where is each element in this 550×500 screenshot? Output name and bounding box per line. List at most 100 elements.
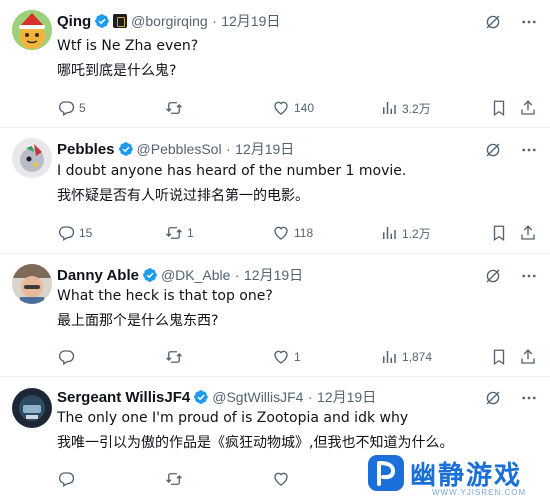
repost-icon [165, 224, 183, 242]
separator-dot: · [212, 13, 217, 29]
avatar-parrot-image [12, 138, 52, 178]
views-button[interactable]: 3.2万 [380, 98, 431, 118]
repost-button[interactable] [165, 347, 187, 367]
like-count: 118 [294, 226, 314, 240]
avatar-santa-image [12, 10, 52, 50]
handle[interactable]: @SgtWillisJF4 [212, 389, 303, 405]
handle[interactable]: @borgirqing [131, 13, 207, 29]
like-button[interactable]: 140 [272, 98, 314, 118]
repost-button[interactable]: 1 [165, 223, 194, 243]
post-date[interactable]: 12月19日 [221, 13, 280, 29]
repost-icon [165, 470, 183, 488]
post-top-actions [484, 266, 538, 286]
avatar[interactable] [12, 264, 52, 304]
bookmark-button[interactable] [490, 347, 508, 367]
views-icon [380, 348, 398, 366]
like-icon [272, 470, 290, 488]
reply-icon [57, 470, 75, 488]
like-button[interactable]: 118 [272, 223, 313, 243]
affiliate-badge-icon[interactable] [113, 14, 128, 28]
repost-icon [165, 99, 183, 117]
views-button[interactable]: 1.2万 [380, 223, 431, 243]
post-actions: 15 1 118 1.2万 [57, 223, 538, 243]
repost-count: 1 [187, 226, 194, 240]
views-count: 1,874 [402, 350, 433, 364]
separator-dot: · [307, 389, 313, 405]
display-name[interactable]: Pebbles [57, 141, 115, 158]
post-qing[interactable]: Qing @borgirqing · 12月19日 Wtf is Ne Zha e… [0, 0, 550, 128]
repost-button[interactable] [165, 469, 183, 489]
post-header: Danny Able @DK_Able · 12月19日 [57, 265, 490, 285]
more-icon[interactable] [520, 389, 538, 407]
bookmark-icon [490, 348, 508, 366]
share-button[interactable] [519, 98, 537, 118]
share-icon [519, 99, 537, 117]
post-top-actions [484, 388, 538, 408]
bookmark-icon [490, 224, 508, 242]
post-actions: 1 1,874 [57, 347, 538, 367]
views-icon [380, 224, 398, 242]
share-button[interactable] [519, 223, 537, 243]
verified-icon [193, 389, 209, 405]
views-count: 1.2万 [402, 226, 431, 241]
verified-icon [118, 141, 134, 157]
separator-dot: · [234, 267, 240, 283]
post-danny-able[interactable]: Danny Able @DK_Able · 12月19日 What the hec… [0, 254, 550, 377]
post-pebbles[interactable]: Pebbles @PebblesSol · 12月19日 I doubt anyo… [0, 128, 550, 254]
share-button[interactable] [519, 347, 537, 367]
more-icon[interactable] [520, 141, 538, 159]
post-text-en: The only one I'm proud of is Zootopia an… [57, 410, 409, 426]
share-icon [519, 348, 537, 366]
bookmark-button[interactable] [490, 223, 508, 243]
post-date[interactable]: 12月19日 [317, 389, 376, 405]
views-count: 3.2万 [402, 101, 431, 116]
avatar[interactable] [12, 10, 52, 50]
more-icon[interactable] [520, 267, 538, 285]
reply-button[interactable]: 15 [57, 223, 92, 243]
watermark-text: 幽静游戏 [410, 461, 523, 491]
watermark-url: WWW.YJISREN.COM [432, 488, 527, 497]
handle[interactable]: @PebblesSol [137, 141, 222, 157]
display-name[interactable]: Sergeant WillisJF4 [57, 389, 190, 406]
avatar[interactable] [12, 138, 52, 178]
reply-button[interactable] [57, 347, 79, 367]
separator-dot: · [226, 141, 231, 157]
watermark-logo-icon [368, 455, 404, 491]
grok-icon[interactable] [484, 13, 502, 31]
like-icon [272, 99, 290, 117]
like-count: 140 [294, 101, 315, 115]
avatar[interactable] [12, 388, 52, 428]
post-header: Qing @borgirqing · 12月19日 [57, 11, 490, 31]
views-button[interactable]: 1,874 [380, 347, 432, 367]
like-button[interactable] [272, 469, 290, 489]
reply-count: 5 [79, 101, 86, 115]
reply-button[interactable]: 5 [57, 98, 86, 118]
avatar-game-image [12, 388, 52, 428]
verified-icon [142, 267, 158, 283]
repost-button[interactable] [165, 98, 187, 118]
grok-icon[interactable] [484, 389, 502, 407]
handle[interactable]: @DK_Able [161, 267, 230, 283]
post-actions: 5 140 3.2万 [57, 98, 538, 118]
post-text-zh: 哪吒到底是什么鬼? [57, 63, 177, 79]
grok-icon[interactable] [484, 141, 502, 159]
reply-icon [57, 99, 75, 117]
post-text-en: Wtf is Ne Zha even? [57, 38, 199, 54]
views-icon [380, 99, 398, 117]
display-name[interactable]: Qing [57, 13, 91, 30]
share-icon [519, 224, 537, 242]
like-button[interactable]: 1 [272, 347, 301, 367]
post-top-actions [484, 140, 538, 160]
post-text-en: I doubt anyone has heard of the number 1… [57, 163, 407, 179]
post-date[interactable]: 12月19日 [235, 141, 294, 157]
post-header: Sergeant WillisJF4 @SgtWillisJF4 · 12月19日 [57, 387, 490, 407]
bookmark-button[interactable] [490, 98, 508, 118]
post-date[interactable]: 12月19日 [244, 267, 303, 283]
reply-icon [57, 348, 75, 366]
display-name[interactable]: Danny Able [57, 267, 139, 284]
more-icon[interactable] [520, 13, 538, 31]
reply-count: 15 [79, 226, 93, 240]
reply-button[interactable] [57, 469, 75, 489]
grok-icon[interactable] [484, 267, 502, 285]
watermark: 幽静游戏 WWW.YJISREN.COM [360, 447, 550, 500]
